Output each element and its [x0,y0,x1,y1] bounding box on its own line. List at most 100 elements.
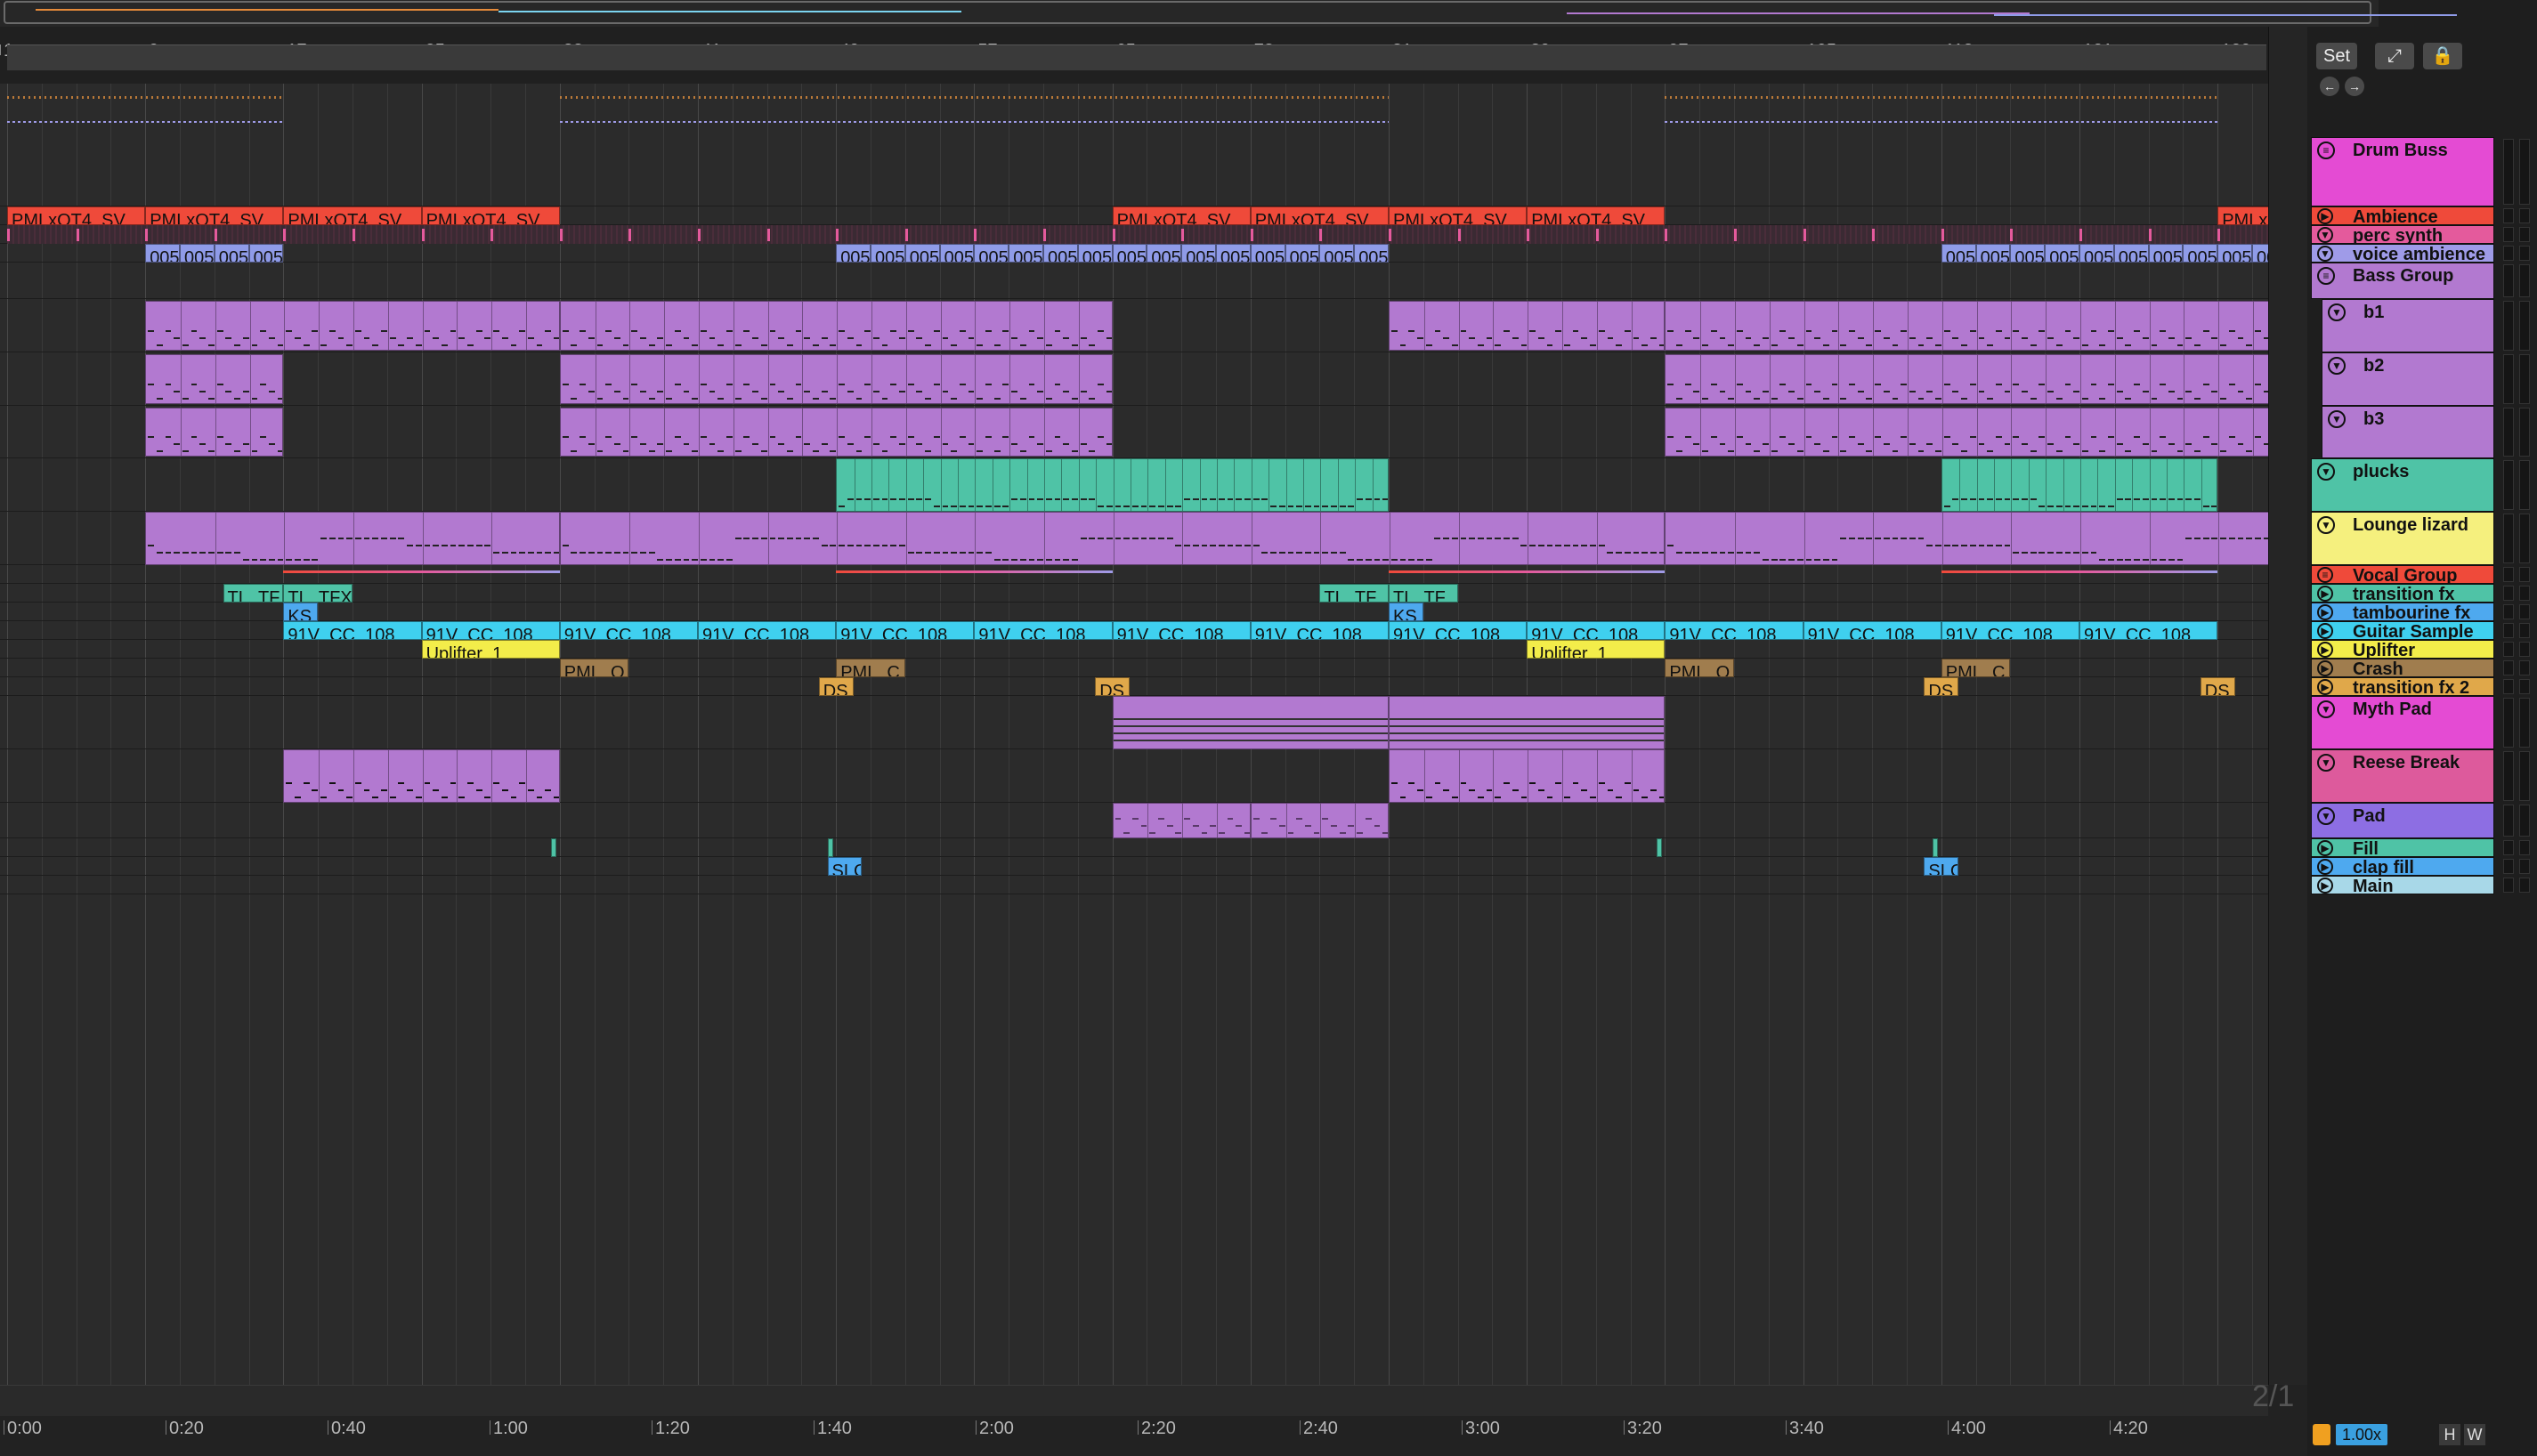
track-header-myth-pad[interactable]: ▼ Myth Pad [2311,696,2494,749]
bass-clip[interactable] [1389,301,1666,351]
ambience-clip[interactable]: PMLxOT4_SV [1527,206,1666,225]
audio-icon[interactable]: ▶ [2317,878,2333,894]
audio-icon[interactable]: ▶ [2317,604,2333,620]
transition-fx2-clip[interactable]: DS [818,677,854,696]
voice-ambience-clip[interactable]: 005 [180,244,215,263]
ambience-clip[interactable]: PMLxOT4_SV [1250,206,1389,225]
h-toggle[interactable]: H [2439,1424,2460,1445]
ambience-clip[interactable]: PMLxOT4_SV [7,206,146,225]
guitar-sample-clip[interactable]: 91V_CC_108 [836,621,975,640]
track-lane[interactable] [0,565,2268,584]
transition-fx2-clip[interactable]: DS [2200,677,2235,696]
audio-icon[interactable]: ▶ [2317,208,2333,224]
plucks-clip[interactable] [836,458,1389,512]
group-icon[interactable]: ≡ [2317,142,2335,159]
track-header-vocal-group[interactable]: ≡ Vocal Group [2311,565,2494,586]
voice-ambience-clip[interactable]: 005 [1975,244,2011,263]
bass-clip[interactable] [1665,354,2268,404]
guitar-sample-clip[interactable]: 91V_CC_108 [974,621,1113,640]
voice-ambience-clip[interactable]: 005 [836,244,871,263]
track-header-main[interactable]: ▶ Main [2311,876,2494,896]
lounge-lizard-clip[interactable] [145,512,560,565]
guitar-sample-clip[interactable]: 91V_CC_108 [1941,621,2079,640]
track-lane[interactable] [0,137,2268,206]
voice-ambience-clip[interactable]: 005 [1216,244,1251,263]
bass-clip[interactable] [145,301,560,351]
guitar-sample-clip[interactable]: 91V_CC_108 [559,621,698,640]
myth-pad-clip[interactable] [1389,696,1666,749]
audio-icon[interactable]: ▶ [2317,623,2333,639]
track-lane[interactable] [0,640,2268,659]
track-lane[interactable] [0,603,2268,621]
voice-ambience-clip[interactable]: 005 [974,244,1009,263]
track-header-lounge-lizard[interactable]: ▼ Lounge lizard [2311,512,2494,565]
horizontal-scrollbar[interactable] [0,1385,2268,1416]
track-header-b1[interactable]: ▼ b1 [2322,299,2494,352]
voice-ambience-clip[interactable]: 005 [1147,244,1182,263]
track-header-drum-buss[interactable]: ≡ Drum Buss [2311,137,2494,206]
ambience-clip[interactable]: PMLxOT4_SV [283,206,422,225]
crash-clip[interactable]: PML_O [1665,659,1734,677]
midi-icon[interactable]: ▼ [2328,410,2346,428]
bass-clip[interactable] [145,408,284,457]
audio-icon[interactable]: ▶ [2317,642,2333,658]
track-header-fill[interactable]: ▶ Fill [2311,838,2494,859]
voice-ambience-clip[interactable]: 005 [1181,244,1216,263]
voice-ambience-clip[interactable]: 005 [214,244,249,263]
guitar-sample-clip[interactable]: 91V_CC_108 [1250,621,1389,640]
midi-icon[interactable]: ▼ [2328,303,2346,321]
track-header-crash[interactable]: ▶ Crash [2311,659,2494,679]
voice-ambience-clip[interactable]: 005 [1043,244,1078,263]
bass-clip[interactable] [559,408,1113,457]
fill-clip[interactable] [1656,838,1662,857]
uplifter-clip[interactable]: Uplifter_1 [1527,640,1666,659]
plucks-clip[interactable] [1941,458,2218,512]
voice-ambience-clip[interactable]: 005 [2252,244,2268,263]
ambience-clip[interactable]: PMLxOT4_SV [421,206,560,225]
nav-forward-icon[interactable]: → [2345,77,2364,96]
voice-ambience-clip[interactable]: 005 [1285,244,1320,263]
audio-icon[interactable]: ▶ [2317,840,2333,856]
nav-back-icon[interactable]: ← [2320,77,2339,96]
audio-icon[interactable]: ▶ [2317,679,2333,695]
ambience-clip[interactable]: PMLxOT4_SV [2217,206,2268,225]
track-header-reese-break[interactable]: ▼ Reese Break [2311,749,2494,803]
guitar-sample-clip[interactable]: 91V_CC_108 [1527,621,1666,640]
set-button[interactable]: Set [2316,43,2357,69]
clap-fill-clip[interactable]: SLC [827,857,863,876]
arrangement-overview[interactable] [0,0,2457,28]
midi-icon[interactable]: ▼ [2317,246,2333,262]
track-header-transition-fx-2[interactable]: ▶ transition fx 2 [2311,677,2494,698]
bass-clip[interactable] [559,301,1113,351]
voice-ambience-clip[interactable]: 005 [145,244,180,263]
voice-ambience-clip[interactable]: 005 [1319,244,1355,263]
voice-ambience-clip[interactable]: 005 [2010,244,2046,263]
midi-icon[interactable]: ▼ [2317,227,2333,243]
lounge-lizard-clip[interactable] [1665,512,2268,565]
guitar-sample-clip[interactable]: 91V_CC_108 [1389,621,1528,640]
lounge-lizard-clip[interactable] [559,512,1666,565]
tambourine-clip[interactable]: KS [283,603,319,621]
midi-icon[interactable]: ▼ [2317,516,2335,534]
reese-break-clip[interactable] [283,749,560,803]
voice-ambience-clip[interactable]: 005 [1077,244,1113,263]
track-header-transition-fx[interactable]: ▶ transition fx [2311,584,2494,604]
voice-ambience-clip[interactable]: 005 [1354,244,1389,263]
guitar-sample-clip[interactable]: 91V_CC_108 [2079,621,2218,640]
voice-ambience-clip[interactable]: 005 [1250,244,1285,263]
track-header-perc-synth[interactable]: ▼ perc synth [2311,225,2494,246]
group-icon[interactable]: ≡ [2317,567,2333,583]
voice-ambience-clip[interactable]: 005 [1941,244,1976,263]
ambience-clip[interactable]: PMLxOT4_SV [1389,206,1528,225]
midi-icon[interactable]: ▼ [2328,357,2346,375]
voice-ambience-clip[interactable]: 005 [248,244,284,263]
track-lane[interactable] [0,263,2268,299]
uplifter-clip[interactable]: Uplifter_1 [421,640,560,659]
ambience-clip[interactable]: PMLxOT4_SV [1112,206,1251,225]
track-header-pad[interactable]: ▼ Pad [2311,803,2494,838]
transition-fx-clip[interactable]: TL_TFX [283,584,353,603]
bass-clip[interactable] [1665,301,2268,351]
track-header-guitar-sample[interactable]: ▶ Guitar Sample [2311,621,2494,642]
transition-fx-clip[interactable]: TL_TF [1389,584,1458,603]
midi-icon[interactable]: ▼ [2317,700,2335,718]
